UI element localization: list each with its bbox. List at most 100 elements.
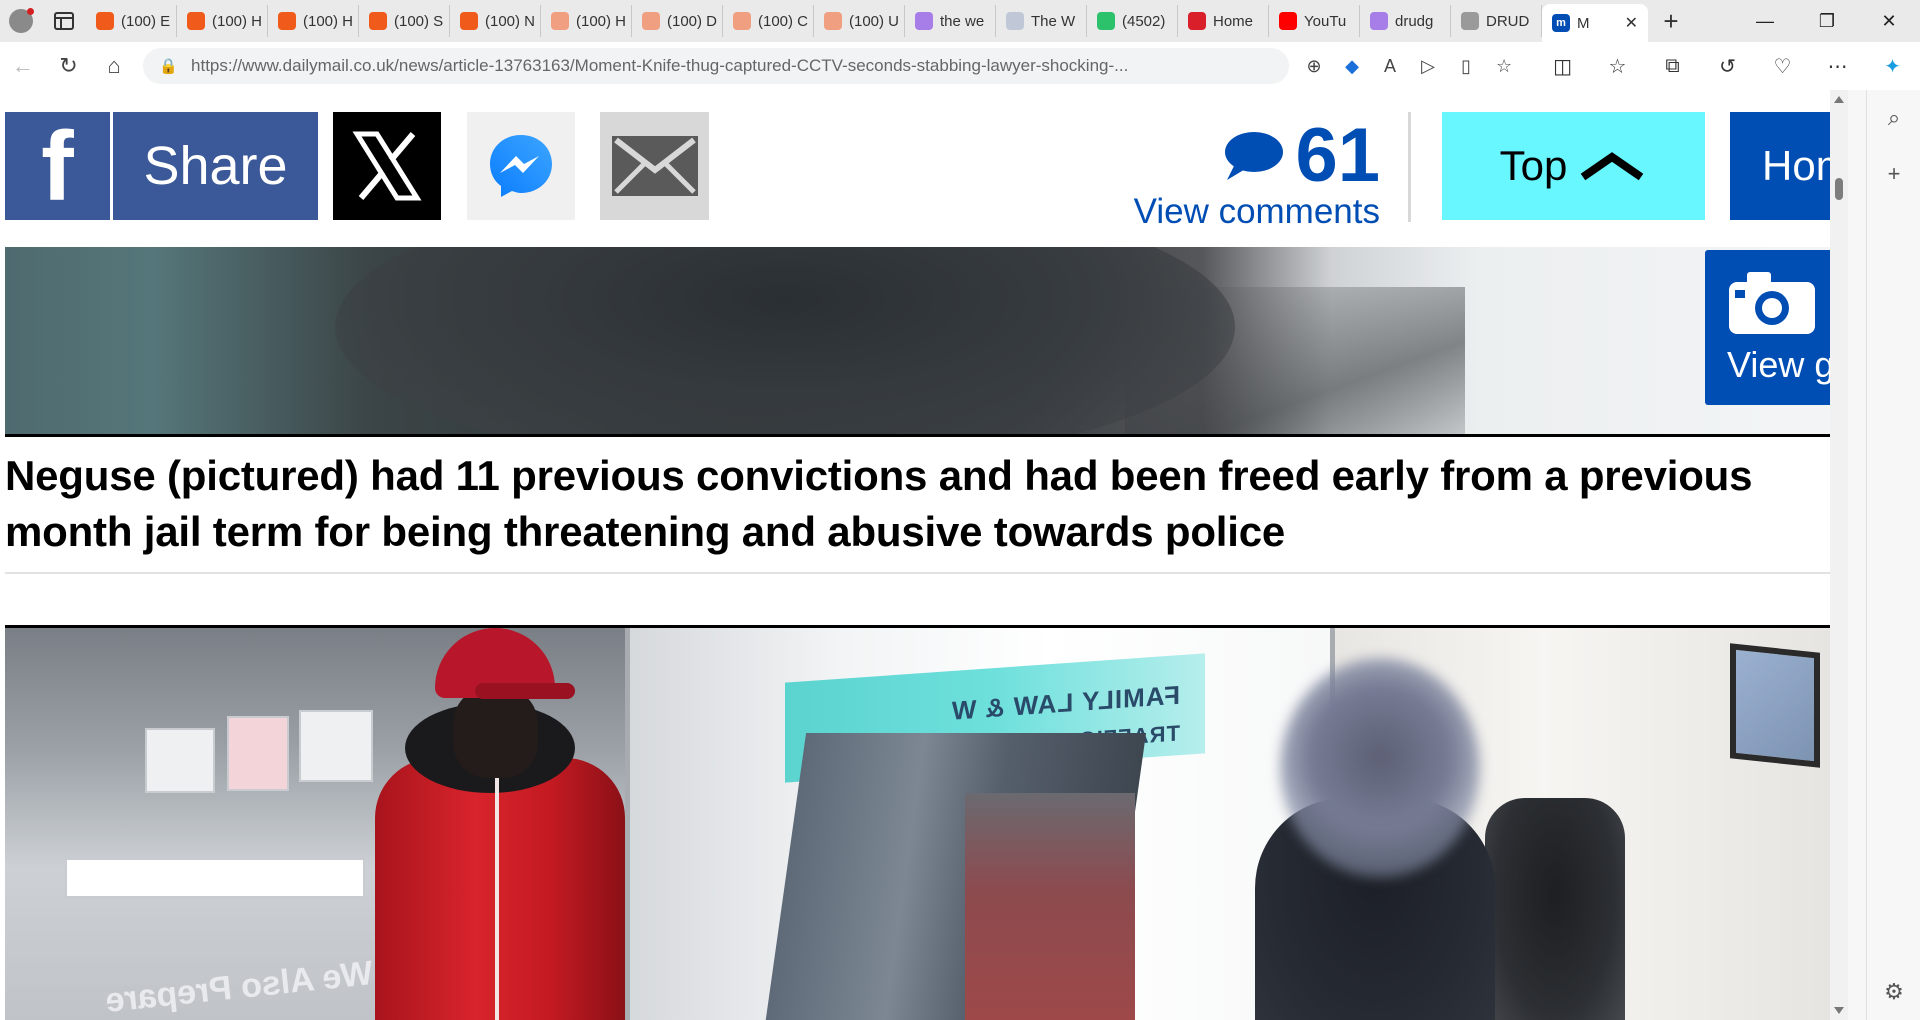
dailymail-favicon-icon: m (1552, 14, 1570, 32)
article-image-cctv: We Also Prepare FAMILY LAW & W TRAFFIC O… (5, 625, 1847, 1020)
restore-icon[interactable]: ❐ (1796, 0, 1858, 42)
sidebar-settings-icon[interactable]: ⚙ (1867, 964, 1920, 1020)
tab-item[interactable]: (100) H (541, 5, 632, 37)
tab-item[interactable]: The W (996, 5, 1087, 37)
tab-title: (100) C (758, 12, 809, 30)
tab-favicon-icon (733, 12, 751, 30)
tab-favicon-icon (278, 12, 296, 30)
back-to-top-button[interactable]: Top (1442, 112, 1705, 220)
tab-title: (4502) (1122, 12, 1166, 30)
scroll-up-icon[interactable] (1834, 96, 1844, 103)
close-window-icon[interactable]: ✕ (1858, 0, 1920, 42)
immersive-reader-icon[interactable]: ▯ (1447, 48, 1485, 84)
tab-item[interactable]: (100) C (723, 5, 814, 37)
browser-toolbar: ◫ ☆ ⧉ ↺ ♡ ⋯ ✦ (1535, 42, 1920, 90)
tab-title: (100) N (485, 12, 536, 30)
image-shape (227, 716, 289, 791)
tab-favicon-icon (1461, 12, 1479, 30)
tab-favicon-icon (642, 12, 660, 30)
sidebar-add-icon[interactable]: + (1867, 146, 1920, 202)
image-shape (1125, 287, 1465, 434)
facebook-icon: f (5, 111, 113, 221)
tab-title: (100) H (212, 12, 263, 30)
tab-favicon-icon (369, 12, 387, 30)
video-icon[interactable]: ▷ (1409, 48, 1447, 84)
image-shape (495, 778, 499, 1020)
tab-title: M (1577, 14, 1590, 32)
collections-icon[interactable]: ⧉ (1645, 42, 1700, 90)
read-aloud-icon[interactable]: A (1371, 48, 1409, 84)
chevron-up-icon (1581, 152, 1644, 181)
tab-item[interactable]: (100) S (359, 5, 450, 37)
coupon-tag-icon[interactable]: ◆ (1333, 48, 1371, 84)
back-icon[interactable]: ← (0, 42, 46, 90)
tab-item[interactable]: (4502) (1087, 5, 1178, 37)
email-icon (611, 136, 698, 196)
caption-divider (5, 572, 1847, 574)
tab-item[interactable]: (100) U (814, 5, 905, 37)
tab-active[interactable]: m M ✕ (1542, 4, 1648, 42)
page-scrollbar[interactable] (1830, 90, 1848, 1020)
profile-button[interactable] (0, 0, 42, 42)
more-options-icon[interactable]: ⋯ (1810, 42, 1865, 90)
facebook-share-button[interactable]: f Share (5, 111, 318, 221)
tab-title: Home (1213, 12, 1254, 30)
tab-favicon-icon (1006, 12, 1024, 30)
tab-actions-icon (54, 12, 74, 30)
top-label: Top (1499, 142, 1568, 189)
scroll-down-icon[interactable] (1834, 1007, 1844, 1014)
zoom-icon[interactable]: ⊕ (1295, 48, 1333, 84)
copilot-icon[interactable]: ✦ (1865, 42, 1920, 90)
x-logo-icon (352, 131, 422, 201)
image-shape (475, 683, 575, 699)
tab-item[interactable]: YouTu (1269, 5, 1360, 37)
view-gallery-button[interactable]: + View g (1705, 250, 1848, 405)
tab-item[interactable]: the we (905, 5, 996, 37)
tab-item[interactable]: DRUD (1451, 5, 1542, 37)
close-tab-icon[interactable]: ✕ (1625, 13, 1638, 33)
lock-icon[interactable]: 🔒 (159, 57, 181, 75)
image-caption: Neguse (pictured) had 11 previous convic… (5, 452, 1753, 555)
email-share-button[interactable] (600, 112, 709, 220)
tab-title: (100) D (667, 12, 718, 30)
new-tab-button[interactable]: + (1648, 0, 1694, 42)
tab-title: drudg (1395, 12, 1434, 30)
view-gallery-label: View g (1727, 344, 1835, 385)
view-comments-label: View comments (1133, 192, 1380, 231)
history-icon[interactable]: ↺ (1700, 42, 1755, 90)
notification-dot (27, 8, 34, 15)
browser-essentials-icon[interactable]: ♡ (1755, 42, 1810, 90)
favorite-star-icon[interactable]: ☆ (1485, 48, 1523, 84)
tab-item[interactable]: drudg (1360, 5, 1451, 37)
image-shape (1730, 643, 1820, 768)
x-share-button[interactable] (333, 112, 441, 220)
tab-item[interactable]: (100) E (86, 5, 177, 37)
tab-title: (100) E (121, 12, 171, 30)
minimize-icon[interactable]: — (1734, 0, 1796, 42)
url-text[interactable]: https://www.dailymail.co.uk/news/article… (191, 56, 1277, 76)
split-screen-icon[interactable]: ◫ (1535, 42, 1590, 90)
tab-item[interactable]: (100) N (450, 5, 541, 37)
refresh-icon[interactable]: ↻ (46, 42, 92, 90)
tab-actions-button[interactable] (42, 0, 86, 42)
camera-icon (1729, 272, 1815, 334)
image-shape (145, 728, 215, 793)
tab-item[interactable]: (100) D (632, 5, 723, 37)
tab-item[interactable]: (100) H (268, 5, 359, 37)
tab-item[interactable]: Home (1178, 5, 1269, 37)
address-bar[interactable]: 🔒 https://www.dailymail.co.uk/news/artic… (143, 48, 1290, 84)
scrollbar-thumb[interactable] (1835, 178, 1843, 200)
image-shape (365, 628, 665, 1020)
sidebar-search-icon[interactable]: ⌕ (1867, 90, 1920, 146)
tab-item[interactable]: (100) H (177, 5, 268, 37)
image-shape (965, 793, 1135, 1020)
comments-link[interactable]: 61 View comments (1130, 118, 1380, 232)
messenger-share-button[interactable] (467, 112, 575, 220)
tab-favicon-icon (460, 12, 478, 30)
image-shape (65, 858, 365, 898)
home-icon[interactable]: ⌂ (91, 42, 137, 90)
image-shape (375, 758, 625, 1020)
favorites-icon[interactable]: ☆ (1590, 42, 1645, 90)
url-path: /news/article-13763163/Moment-Knife-thug… (394, 56, 1129, 75)
tab-favicon-icon (187, 12, 205, 30)
